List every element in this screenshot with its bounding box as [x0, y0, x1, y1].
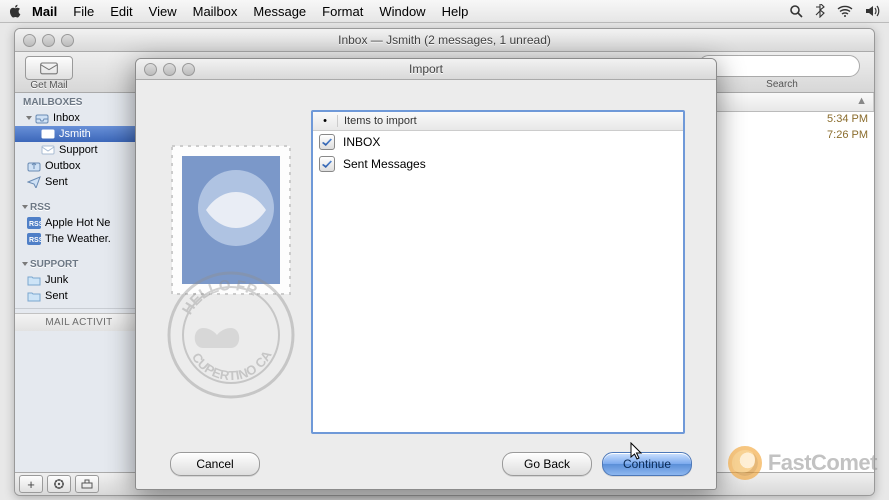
menu-format[interactable]: Format [322, 4, 363, 19]
disclosure-icon[interactable] [26, 116, 32, 120]
action-button[interactable] [47, 475, 71, 493]
go-back-button[interactable]: Go Back [502, 452, 592, 476]
watermark-text: FastComet [768, 450, 877, 476]
menu-message[interactable]: Message [253, 4, 306, 19]
menu-app[interactable]: Mail [32, 4, 57, 19]
rss-icon: RSS [27, 233, 41, 245]
menubar: Mail File Edit View Mailbox Message Form… [0, 0, 889, 23]
menu-edit[interactable]: Edit [110, 4, 132, 19]
watermark-icon [728, 446, 762, 480]
spotlight-icon[interactable] [789, 4, 803, 18]
volume-icon[interactable] [865, 5, 881, 17]
import-item-label: INBOX [343, 135, 380, 149]
bullet-header: • [313, 115, 338, 127]
import-item-label: Sent Messages [343, 157, 426, 171]
window-titlebar: Inbox — Jsmith (2 messages, 1 unread) [15, 29, 874, 52]
menu-help[interactable]: Help [442, 4, 469, 19]
import-item-sent[interactable]: Sent Messages [313, 153, 683, 175]
dialog-title: Import [136, 62, 716, 76]
mailbox-icon [41, 144, 55, 156]
svg-text:RSS: RSS [29, 221, 41, 228]
import-listbox: • Items to import INBOX Sent Messages [311, 110, 685, 434]
folder-icon [27, 274, 41, 286]
get-mail-label: Get Mail [30, 80, 67, 91]
menu-file[interactable]: File [73, 4, 94, 19]
section-mailboxes: MAILBOXES [15, 93, 143, 110]
continue-button[interactable]: Continue [602, 452, 692, 476]
sidebar-item-outbox[interactable]: Outbox [15, 158, 143, 174]
support-junk-label: Junk [45, 274, 68, 286]
sent-icon [27, 176, 41, 188]
mail-activity-label: MAIL ACTIVIT [15, 313, 143, 331]
wifi-icon[interactable] [837, 5, 853, 17]
sidebar-outbox-label: Outbox [45, 160, 80, 172]
menu-window[interactable]: Window [379, 4, 425, 19]
add-button[interactable]: + [19, 475, 43, 493]
checkbox-icon[interactable] [319, 134, 335, 150]
import-dialog: Import HELLO FR CUPERTINO CA • Items to … [135, 58, 717, 490]
checkbox-icon[interactable] [319, 156, 335, 172]
sidebar-item-junk[interactable]: Junk [15, 272, 143, 288]
mailbox-icon [41, 128, 55, 140]
activity-toggle-button[interactable] [75, 475, 99, 493]
search-input[interactable] [698, 55, 860, 77]
sidebar-item-rss-1[interactable]: RSS Apple Hot Ne [15, 215, 143, 231]
menu-mailbox[interactable]: Mailbox [193, 4, 238, 19]
get-mail-button[interactable]: Get Mail [23, 54, 75, 91]
sidebar-item-sent2[interactable]: Sent [15, 288, 143, 304]
section-rss: RSS [15, 198, 143, 215]
import-item-inbox[interactable]: INBOX [313, 131, 683, 153]
outbox-icon [27, 160, 41, 172]
items-to-import-header: Items to import [338, 115, 417, 127]
rss-item-1-label: Apple Hot Ne [45, 217, 110, 229]
folder-icon [27, 290, 41, 302]
sidebar-support-label: Support [59, 144, 98, 156]
rss-icon: RSS [27, 217, 41, 229]
bluetooth-icon[interactable] [815, 4, 825, 18]
import-list-header: • Items to import [313, 112, 683, 131]
sidebar-inbox-label: Inbox [53, 112, 80, 124]
postmark-icon: HELLO FR CUPERTINO CA [156, 260, 306, 410]
watermark: FastComet [728, 446, 877, 480]
sidebar-item-sent[interactable]: Sent [15, 174, 143, 190]
sidebar-item-rss-2[interactable]: RSS The Weather. [15, 231, 143, 247]
sidebar-item-jsmith[interactable]: Jsmith [15, 126, 143, 142]
sidebar-sent-label: Sent [45, 176, 68, 188]
sidebar-item-inbox[interactable]: Inbox [15, 110, 143, 126]
svg-text:HELLO FR: HELLO FR [179, 277, 260, 318]
search-label: Search [766, 79, 798, 90]
apple-menu-icon[interactable] [8, 4, 22, 18]
support-sent-label: Sent [45, 290, 68, 302]
section-support: SUPPORT [15, 255, 143, 272]
inbox-icon [35, 112, 49, 124]
svg-text:CUPERTINO CA: CUPERTINO CA [189, 347, 275, 383]
sidebar-item-support[interactable]: Support [15, 142, 143, 158]
svg-text:RSS: RSS [29, 237, 41, 244]
window-title: Inbox — Jsmith (2 messages, 1 unread) [15, 33, 874, 47]
rss-item-2-label: The Weather. [45, 233, 111, 245]
sidebar: MAILBOXES Inbox Jsmith Support Outbox Se… [15, 93, 144, 473]
sidebar-jsmith-label: Jsmith [59, 128, 91, 140]
cancel-button[interactable]: Cancel [170, 452, 260, 476]
menu-view[interactable]: View [149, 4, 177, 19]
